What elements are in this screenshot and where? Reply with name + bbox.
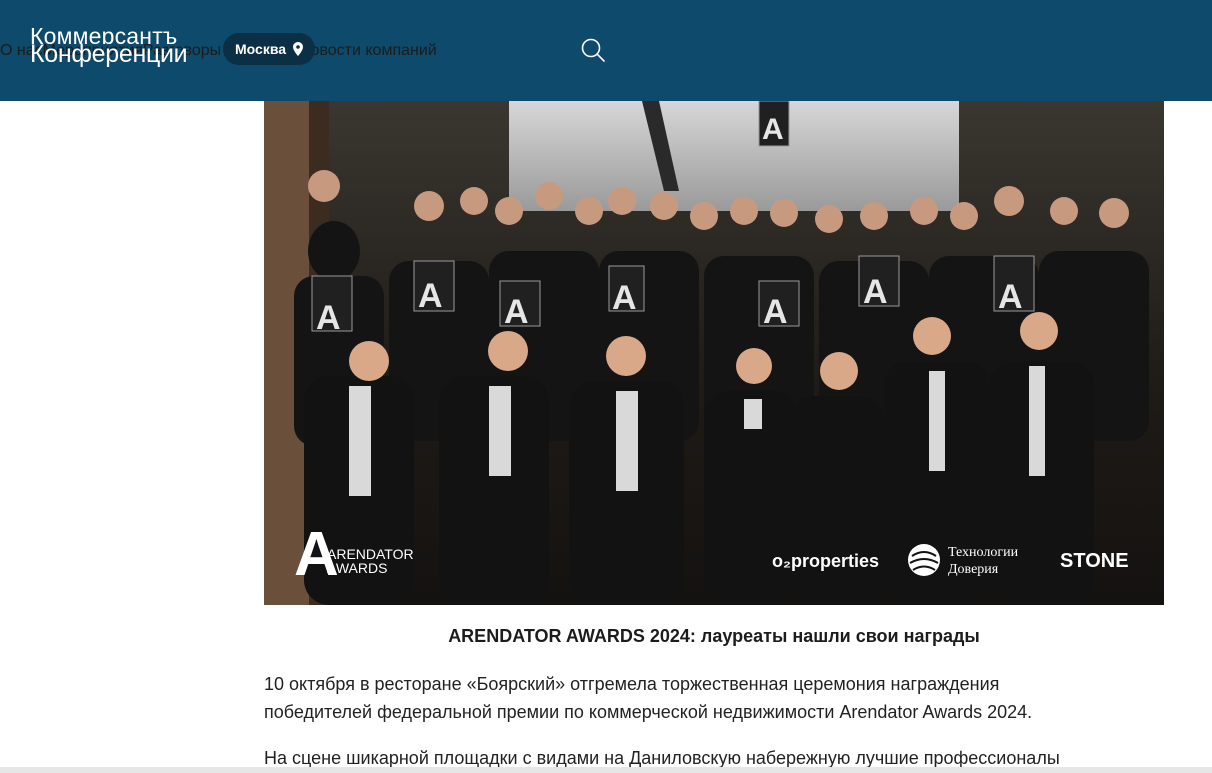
logo-line-2: Конференции	[30, 40, 188, 68]
photo-caption: ARENDATOR AWARDS 2024: лауреаты нашли св…	[448, 626, 980, 646]
event-photo-illustration: A A A A A A A A A ARENDATOR AWARDS o₂pro…	[264, 101, 1164, 605]
svg-text:A: A	[316, 299, 341, 337]
svg-text:A: A	[863, 273, 888, 311]
svg-text:A: A	[612, 279, 637, 317]
paragraph-1-line-1: 10 октября в ресторане «Боярский» отгрем…	[264, 674, 1000, 694]
city-selector[interactable]: Москва	[223, 33, 316, 65]
arendator-logo-text-2: AWARDS	[327, 560, 387, 576]
site-header: Коммерсантъ Конференции Москва О нас Мер…	[0, 0, 1212, 101]
city-label: Москва	[235, 41, 287, 57]
search-icon[interactable]	[580, 37, 606, 63]
svg-text:A: A	[504, 293, 529, 331]
horizontal-scrollbar[interactable]	[0, 767, 1212, 773]
sponsor-technologies-line1: Технологии	[948, 545, 1019, 560]
location-pin-icon	[293, 42, 304, 56]
sponsor-technologies-line2: Доверия	[948, 562, 999, 577]
article-paragraph-1: 10 октября в ресторане «Боярский» отгрем…	[264, 670, 1184, 726]
event-photo: A A A A A A A A A ARENDATOR AWARDS o₂pro…	[264, 101, 1164, 605]
paragraph-1-line-2: победителей федеральной премии по коммер…	[264, 702, 1033, 722]
svg-text:A: A	[763, 293, 788, 331]
svg-text:A: A	[762, 113, 784, 146]
site-logo[interactable]: Коммерсантъ Конференции	[30, 26, 188, 68]
sponsor-stone: STONE	[1060, 550, 1129, 572]
sponsor-o2properties: o₂properties	[772, 551, 879, 571]
nav-company-news[interactable]: Новости компаний	[299, 42, 437, 60]
svg-text:A: A	[418, 277, 443, 315]
svg-text:A: A	[998, 278, 1023, 316]
